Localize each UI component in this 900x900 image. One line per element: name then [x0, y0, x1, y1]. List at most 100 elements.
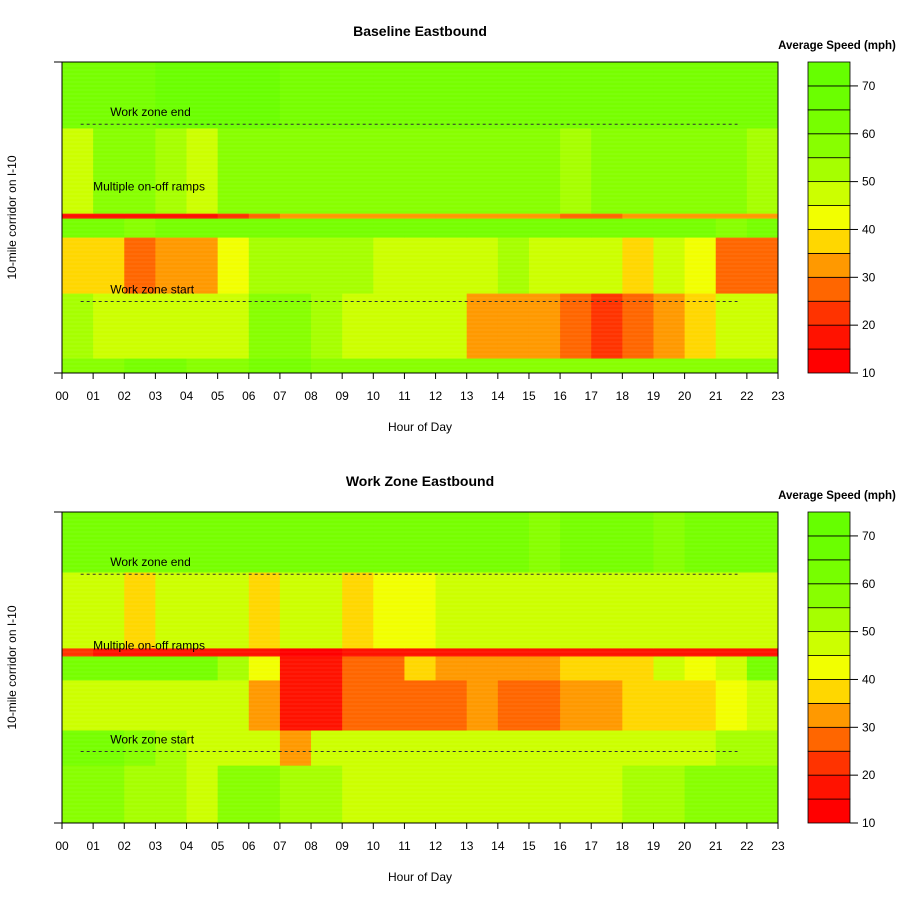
heatmap-cell	[528, 765, 561, 824]
x-tick-label: 23	[771, 389, 785, 403]
heatmap-cell	[248, 765, 281, 824]
colorbar-tick-label: 60	[862, 127, 876, 141]
colorbar-tick-label: 70	[862, 79, 876, 93]
x-tick-label: 16	[553, 389, 567, 403]
heatmap-cell	[591, 218, 623, 238]
x-tick-label: 18	[616, 389, 630, 403]
chart-title: Work Zone Eastbound	[346, 473, 494, 489]
x-tick-label: 10	[367, 389, 381, 403]
heatmap-cell	[248, 218, 281, 238]
heatmap-cell	[746, 218, 779, 238]
heatmap-cell	[715, 572, 748, 649]
heatmap-cell	[528, 218, 561, 238]
colorbar: Average Speed (mph) 10 20 30 40 50 60 70	[778, 490, 896, 830]
colorbar-tick-label: 20	[862, 768, 876, 782]
heatmap-cell	[248, 127, 281, 214]
heatmap-cell	[62, 765, 94, 824]
x-tick-label: 05	[211, 839, 225, 853]
x-tick-label: 02	[118, 839, 132, 853]
heatmap-cell	[591, 765, 623, 824]
x-tick-label: 08	[304, 389, 318, 403]
heatmap-cell	[435, 765, 468, 824]
x-tick-label: 18	[616, 839, 630, 853]
heatmap-cell	[93, 127, 125, 214]
heatmap-cell	[342, 218, 374, 238]
heatmap-cell	[62, 512, 94, 573]
heatmap-cell	[497, 127, 530, 214]
heatmap-cell	[684, 218, 717, 238]
heatmap-cell	[311, 512, 343, 573]
x-tick-label: 23	[771, 839, 785, 853]
x-tick-label: 01	[86, 839, 100, 853]
x-tick-label: 16	[553, 839, 567, 853]
heatmap-cell	[746, 512, 779, 573]
colorbar-tick-label: 60	[862, 577, 876, 591]
colorbar-bin	[807, 61, 851, 87]
x-tick-label: 14	[491, 389, 505, 403]
x-tick-label: 11	[398, 389, 411, 403]
x-tick-label: 21	[709, 839, 723, 853]
heatmap-cell	[746, 127, 779, 214]
heatmap-cell	[622, 765, 654, 824]
x-tick-label: 06	[242, 839, 256, 853]
x-tick-label: 13	[460, 839, 474, 853]
heatmap-cell	[124, 572, 156, 649]
heatmap-cell	[404, 218, 437, 238]
x-tick-label: 06	[242, 389, 256, 403]
colorbar-bin	[807, 85, 851, 111]
x-tick-label: 12	[429, 389, 443, 403]
heatmap-cell	[186, 127, 219, 214]
heatmap-cell	[622, 127, 654, 214]
speed-heatmap-figure: Baseline Eastbound Work zone end Multiple …	[5, 23, 896, 884]
x-tick-label: 10	[367, 839, 381, 853]
x-tick-label: 22	[740, 389, 754, 403]
heatmap-cell	[124, 765, 156, 824]
x-tick-label: 14	[491, 839, 505, 853]
heatmap-cell	[528, 572, 561, 649]
heatmap-cell	[217, 512, 250, 573]
heatmap-cell	[591, 512, 623, 573]
heatmap-cell	[373, 765, 405, 824]
colorbar-tick-label: 40	[862, 222, 876, 236]
x-tick-label: 15	[522, 839, 536, 853]
heatmap-cell	[497, 218, 530, 238]
heatmap-cell	[373, 572, 405, 649]
heatmap-cell	[435, 218, 468, 238]
heatmap-cell	[311, 127, 343, 214]
heatmap-cell	[622, 512, 654, 573]
colorbar-bin	[807, 655, 851, 680]
colorbar-bin	[807, 324, 851, 350]
heatmap-cell	[404, 127, 437, 214]
heatmap-cell	[497, 512, 530, 573]
x-tick-label: 03	[149, 839, 163, 853]
heatmap-cell	[466, 765, 499, 824]
heatmap-cell	[155, 127, 188, 214]
colorbar-tick-label: 30	[862, 270, 876, 284]
heatmap-cell	[311, 218, 343, 238]
heatmap-cell	[684, 127, 717, 214]
heatmap-cell	[466, 572, 499, 649]
x-tick-label: 12	[429, 839, 443, 853]
colorbar-bin	[807, 726, 851, 752]
heatmap-cell	[342, 765, 374, 824]
heatmap-cell	[155, 572, 188, 649]
x-tick-label: 22	[740, 839, 754, 853]
heatmap-cell	[715, 127, 748, 214]
colorbar-tick-label: 40	[862, 672, 876, 686]
colorbar-bin	[807, 774, 851, 800]
panel-0: Baseline Eastbound Work zone end Multiple …	[5, 23, 896, 434]
heatmap-cell	[404, 765, 437, 824]
colorbar-bin	[807, 157, 851, 183]
heatmap-cell	[528, 512, 561, 573]
heatmap-cell	[746, 572, 779, 649]
heatmap-cell	[653, 765, 686, 824]
x-tick-label: 20	[678, 389, 692, 403]
x-tick-label: 17	[585, 389, 599, 403]
colorbar-bin	[807, 679, 851, 704]
heatmap-cell	[404, 512, 437, 573]
annotation-label: Multiple on-off ramps	[93, 639, 205, 653]
heatmap-cell	[684, 512, 717, 573]
x-tick-label: 01	[86, 389, 100, 403]
colorbar-bin	[807, 583, 851, 609]
x-tick-label: 11	[398, 839, 411, 853]
